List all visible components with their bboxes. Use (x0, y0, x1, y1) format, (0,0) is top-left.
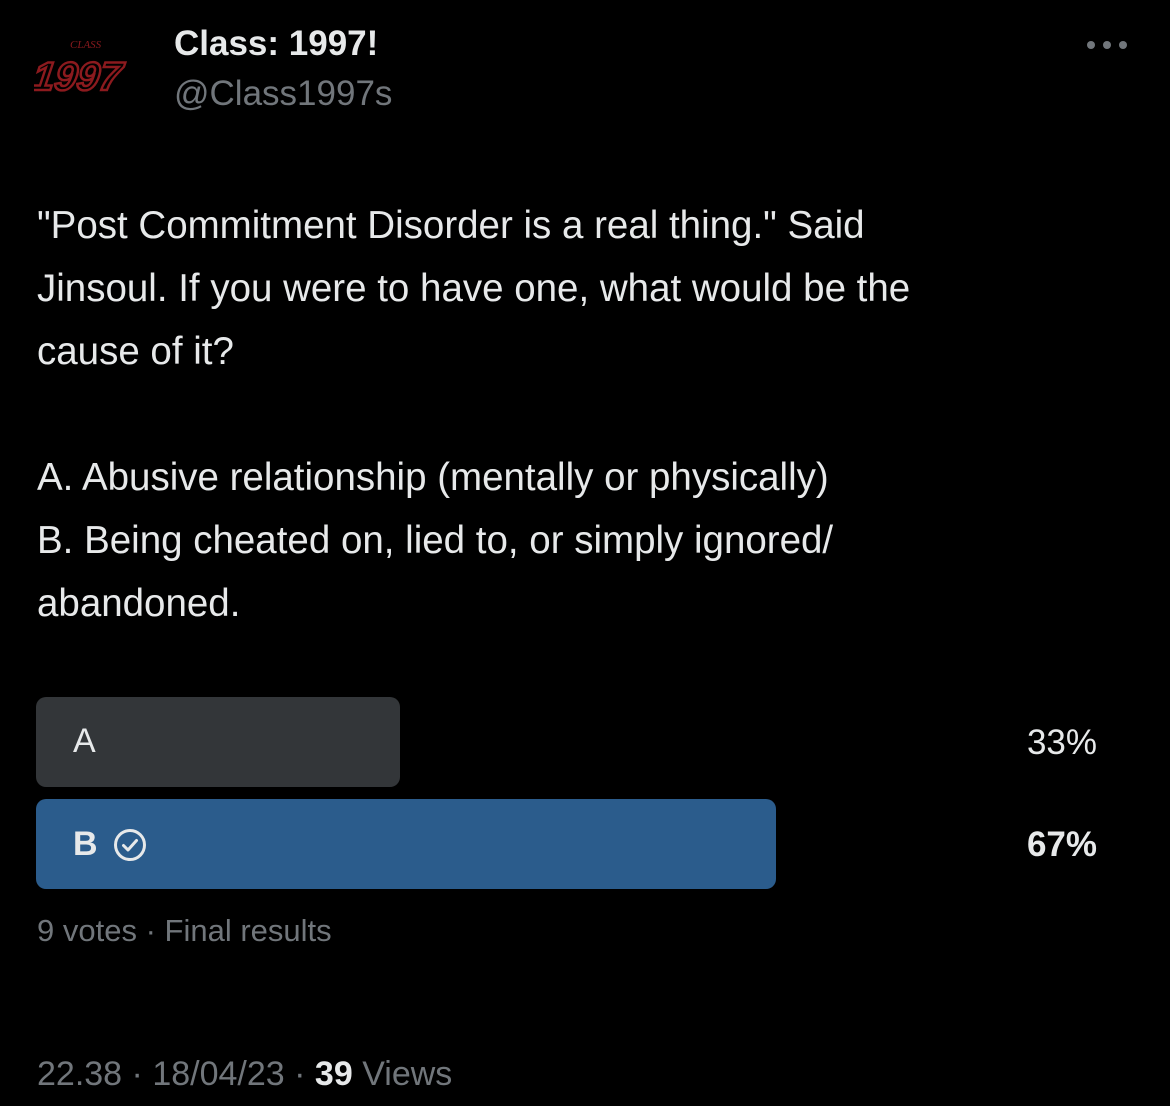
poll-percent-a: 33% (1026, 723, 1097, 762)
poll-option-label: B (73, 825, 98, 863)
user-handle[interactable]: @Class1997s (174, 74, 392, 114)
views-count[interactable]: 39 (315, 1055, 353, 1093)
separator: · (145, 913, 156, 948)
class-1997-logo: CLASS 1997 (34, 39, 128, 100)
more-options-button[interactable] (1082, 30, 1132, 60)
display-name[interactable]: Class: 1997! (174, 24, 378, 64)
check-circle-icon (113, 828, 146, 861)
poll-votes: 9 votes (37, 913, 137, 948)
tweet-text-line: "Post Commitment Disorder is a real thin… (37, 204, 865, 247)
tweet-date[interactable]: 18/04/23 (152, 1055, 284, 1093)
poll-status: Final results (164, 913, 332, 948)
avatar[interactable]: CLASS 1997 (34, 26, 152, 116)
views-label: Views (362, 1055, 453, 1093)
tweet-meta: 22.38 · 18/04/23 · 39 Views (37, 1055, 452, 1094)
tweet-text-line: cause of it? (37, 330, 234, 373)
poll-summary: 9 votes · Final results (37, 913, 332, 949)
poll-option-a: A (73, 722, 96, 761)
tweet-text-line: abandoned. (37, 582, 241, 625)
separator: · (131, 1055, 143, 1093)
tweet-text-line: A. Abusive relationship (mentally or phy… (37, 456, 829, 499)
avatar-text-large: 1997 (34, 54, 127, 99)
avatar-text-small: CLASS (70, 39, 102, 51)
poll-option-b: B (73, 825, 148, 864)
poll-percent-b: 67% (1026, 825, 1097, 864)
tweet-text-line: B. Being cheated on, lied to, or simply … (37, 519, 834, 562)
tweet-text-line: Jinsoul. If you were to have one, what w… (37, 267, 911, 310)
more-horizontal-icon (1087, 41, 1127, 49)
tweet-time[interactable]: 22.38 (37, 1055, 122, 1093)
separator: · (294, 1055, 306, 1093)
poll-option-label: A (73, 722, 96, 760)
tweet-text: "Post Commitment Disorder is a real thin… (37, 194, 1117, 635)
